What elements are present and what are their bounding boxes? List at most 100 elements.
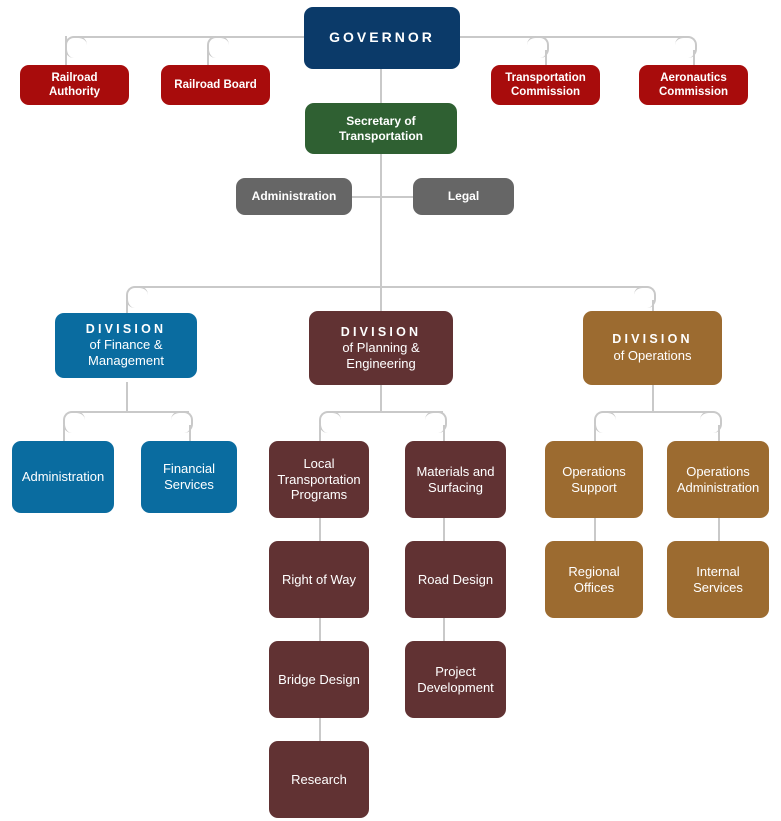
node-internal-services-line1: Internal [696, 563, 740, 579]
node-financial-services-line2: Services [164, 477, 214, 492]
node-transportation-commission-line1: Transportation [505, 71, 586, 84]
node-operations-support[interactable]: Operations Support [545, 441, 643, 518]
connector-drop-division-planning [380, 286, 382, 314]
node-project-development-line2: Development [417, 679, 494, 695]
node-transportation-commission[interactable]: Transportation Commission [491, 65, 600, 105]
node-right-of-way-label: Right of Way [282, 571, 356, 587]
node-operations-support-line1: Operations [562, 463, 626, 479]
node-aeronautics-commission-line2: Commission [658, 86, 728, 98]
node-bridge-design[interactable]: Bridge Design [269, 641, 369, 718]
node-local-transportation-programs-label: Local Transportation Programs [277, 456, 360, 504]
node-railroad-authority-line2: Authority [48, 86, 101, 98]
node-internal-services-line2: Services [693, 579, 743, 595]
node-legal-label: Legal [447, 189, 480, 204]
node-secretary-line2: Transportation [338, 128, 423, 143]
node-secretary-label: Secretary of Transportation [339, 114, 423, 143]
node-regional-offices-label: Regional Offices [568, 563, 620, 595]
node-administration-staff[interactable]: Administration [236, 178, 352, 215]
connector-secretary-trunk [380, 154, 382, 287]
node-local-transportation-programs-line3: Programs [290, 487, 348, 503]
node-administration-staff-label: Administration [251, 189, 337, 204]
node-local-transportation-programs-line1: Local [303, 455, 335, 471]
connector-right-of-way-to-bridge [319, 618, 321, 642]
connector-drop-operations-support [594, 425, 596, 441]
org-chart-canvas: GOVERNOR Railroad Authority Railroad Boa… [0, 0, 781, 821]
node-division-planning-subtitle-line1: of Planning & [342, 339, 420, 355]
node-materials-and-surfacing-label: Materials and Surfacing [416, 464, 494, 496]
node-transportation-commission-label: Transportation Commission [505, 71, 586, 99]
node-aeronautics-commission[interactable]: Aeronautics Commission [639, 65, 748, 105]
connector-finance-bar [75, 411, 189, 413]
node-materials-and-surfacing[interactable]: Materials and Surfacing [405, 441, 506, 518]
node-railroad-board-label: Railroad Board [174, 78, 257, 91]
connector-planning-bar [331, 411, 443, 413]
node-regional-offices[interactable]: Regional Offices [545, 541, 643, 618]
node-road-design-label: Road Design [417, 571, 494, 587]
node-materials-and-surfacing-line1: Materials and [416, 463, 495, 479]
node-division-finance-subtitle-line1: of Finance & [89, 337, 163, 353]
node-railroad-authority-line1: Railroad [51, 71, 98, 84]
node-project-development[interactable]: Project Development [405, 641, 506, 718]
connector-corner-railroad-authority [65, 36, 87, 58]
node-finance-administration[interactable]: Administration [12, 441, 114, 513]
node-governor[interactable]: GOVERNOR [304, 7, 460, 69]
node-division-planning-subtitle-line2: Engineering [346, 355, 416, 371]
node-finance-administration-label: Administration [21, 469, 105, 485]
connector-drop-railroad-authority [65, 50, 67, 66]
connector-bridge-to-research [319, 718, 321, 742]
node-right-of-way[interactable]: Right of Way [269, 541, 369, 618]
connector-drop-transportation-commission [545, 50, 547, 66]
node-operations-administration[interactable]: Operations Administration [667, 441, 769, 518]
node-division-operations[interactable]: DIVISION of Operations [583, 311, 722, 385]
node-operations-administration-line2: Administration [676, 479, 760, 495]
node-aeronautics-commission-label: Aeronautics Commission [659, 71, 728, 99]
node-operations-support-label: Operations Support [562, 464, 626, 496]
node-governor-label: GOVERNOR [329, 29, 435, 46]
node-research-label: Research [291, 771, 347, 787]
connector-road-design-to-project-dev [443, 618, 445, 642]
connector-operations-support-to-regional [594, 518, 596, 542]
node-legal[interactable]: Legal [413, 178, 514, 215]
node-division-planning-title: DIVISION [340, 324, 422, 339]
node-secretary-line1: Secretary of [346, 113, 416, 128]
connector-administration-staff [351, 196, 381, 198]
connector-drop-materials-surfacing [443, 425, 445, 441]
node-operations-support-line2: Support [571, 479, 617, 495]
connector-corner-local-transportation [319, 411, 341, 433]
connector-governor-right-bar [458, 36, 686, 38]
node-project-development-line1: Project [435, 663, 476, 679]
connector-drop-operations-administration [718, 425, 720, 441]
connector-local-to-right-of-way [319, 518, 321, 542]
node-operations-administration-line1: Operations [686, 463, 750, 479]
connector-governor-left-bar [78, 36, 304, 38]
node-financial-services[interactable]: Financial Services [141, 441, 237, 513]
node-division-operations-title: DIVISION [612, 332, 693, 347]
node-railroad-board[interactable]: Railroad Board [161, 65, 270, 105]
connector-corner-railroad-board [207, 36, 229, 58]
connector-corner-operations-support [594, 411, 616, 433]
node-division-finance-management[interactable]: DIVISION of Finance & Management [55, 313, 197, 378]
node-internal-services[interactable]: Internal Services [667, 541, 769, 618]
node-railroad-authority[interactable]: Railroad Authority [20, 65, 129, 105]
node-secretary-of-transportation[interactable]: Secretary of Transportation [305, 103, 457, 154]
connector-governor-to-secretary [380, 69, 382, 103]
node-research[interactable]: Research [269, 741, 369, 818]
connector-drop-financial-services [189, 425, 191, 441]
node-division-finance-subtitle-line2: Management [88, 353, 164, 369]
connector-operations-bar [606, 411, 712, 413]
node-division-finance-title: DIVISION [85, 322, 167, 337]
node-local-transportation-programs[interactable]: Local Transportation Programs [269, 441, 369, 518]
connector-drop-railroad-board [207, 50, 209, 66]
connector-drop-finance-administration [63, 425, 65, 441]
node-financial-services-label: Financial Services [163, 461, 215, 493]
node-materials-and-surfacing-line2: Surfacing [428, 479, 483, 495]
node-transportation-commission-line2: Commission [510, 86, 580, 98]
node-aeronautics-commission-line1: Aeronautics [660, 71, 727, 84]
connector-division-bar [138, 286, 643, 288]
connector-drop-aeronautics-commission [693, 50, 695, 66]
node-local-transportation-programs-line2: Transportation [277, 471, 361, 487]
node-division-planning-engineering[interactable]: DIVISION of Planning & Engineering [309, 311, 453, 385]
connector-drop-division-finance [126, 300, 128, 314]
node-road-design[interactable]: Road Design [405, 541, 506, 618]
connector-drop-local-transportation [319, 425, 321, 441]
